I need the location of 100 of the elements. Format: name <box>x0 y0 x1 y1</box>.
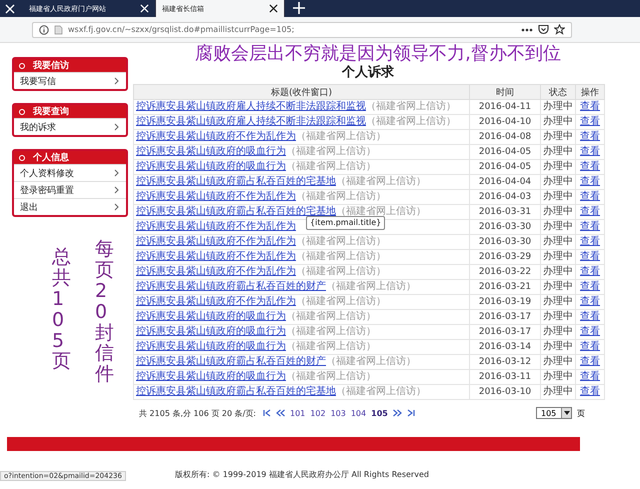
source-text: （福建省网上信访） <box>326 356 416 367</box>
source-text: （福建省网上信访） <box>286 341 376 352</box>
letter-link[interactable]: 控诉惠安县紫山镇政府雇人持续不断非法跟踪和监视 <box>136 116 366 127</box>
page-select[interactable]: 105 <box>536 407 572 419</box>
source-text: （福建省网上信访） <box>366 101 456 112</box>
page-suffix: 页 <box>577 408 585 418</box>
letter-link[interactable]: 控诉惠安县紫山镇政府霸占私吞百姓的宅基地 <box>136 206 336 217</box>
date-cell: 2016-04-05 <box>470 144 540 160</box>
source-text: （福建省网上信访） <box>286 371 376 382</box>
status-cell: 办理中 <box>540 324 576 340</box>
close-icon[interactable] <box>269 4 278 13</box>
letter-link[interactable]: 控诉惠安县紫山镇政府的吸血行为 <box>136 371 286 382</box>
page-title: 个人诉求 <box>341 65 395 81</box>
page-link[interactable]: 104 <box>350 408 366 418</box>
chevron-icon <box>114 169 119 177</box>
source-text: （福建省网上信访） <box>296 236 386 247</box>
sidebar-item[interactable]: 登录密码重置 <box>14 181 126 198</box>
annotation-text: 每页20封信件 <box>95 239 114 386</box>
letter-link[interactable]: 控诉惠安县紫山镇政府霸占私吞百姓的宅基地 <box>136 176 336 187</box>
date-cell: 2016-03-17 <box>470 324 540 340</box>
page-link[interactable]: 103 <box>330 408 346 418</box>
letter-link[interactable]: 控诉惠安县紫山镇政府不作为乱作为 <box>136 266 296 277</box>
info-icon[interactable] <box>39 24 49 34</box>
last-page-icon[interactable] <box>406 409 415 417</box>
next-page-icon[interactable] <box>392 409 402 417</box>
source-text: （福建省网上信访） <box>336 176 426 187</box>
letter-link[interactable]: 控诉惠安县紫山镇政府的吸血行为 <box>136 161 286 172</box>
status-cell: 办理中 <box>540 174 576 190</box>
letter-link[interactable]: 控诉惠安县紫山镇政府不作为乱作为 <box>136 221 296 232</box>
source-text: （福建省网上信访） <box>336 206 426 217</box>
new-tab-icon[interactable] <box>293 2 305 14</box>
status-cell: 办理中 <box>540 144 576 160</box>
annotation-text: 总共105页 <box>52 247 71 374</box>
date-cell: 2016-04-11 <box>470 100 540 114</box>
source-text: （福建省网上信访） <box>286 326 376 337</box>
sidebar-heading: 我要查询 <box>14 105 126 118</box>
status-cell: 办理中 <box>540 100 576 114</box>
letter-link[interactable]: 控诉惠安县紫山镇政府的吸血行为 <box>136 326 286 337</box>
letter-link[interactable]: 控诉惠安县紫山镇政府不作为乱作为 <box>136 296 296 307</box>
date-cell: 2016-04-03 <box>470 190 540 204</box>
status-cell: 办理中 <box>540 250 576 264</box>
sidebar-item[interactable]: 个人资料修改 <box>14 164 126 181</box>
date-cell: 2016-03-17 <box>470 310 540 324</box>
status-cell: 办理中 <box>540 160 576 174</box>
status-cell: 办理中 <box>540 294 576 310</box>
date-cell: 2016-03-29 <box>470 250 540 264</box>
date-cell: 2016-03-30 <box>470 220 540 234</box>
previous-page-icon[interactable] <box>276 409 285 417</box>
source-text: （福建省网上信访） <box>286 311 376 322</box>
letter-link[interactable]: 控诉惠安县紫山镇政府雇人持续不断非法跟踪和监视 <box>136 101 366 112</box>
tooltip: {item.pmail.title} <box>306 216 386 230</box>
source-text: （福建省网上信访） <box>296 296 386 307</box>
sidebar-item[interactable]: 我的诉求 <box>14 118 126 135</box>
page-link[interactable]: 105 <box>371 408 388 418</box>
pocket-icon[interactable] <box>538 24 549 35</box>
source-text: （福建省网上信访） <box>336 386 426 397</box>
status-cell: 办理中 <box>540 220 576 234</box>
letter-link[interactable]: 控诉惠安县紫山镇政府霸占私吞百姓的财产 <box>136 356 326 367</box>
status-cell: 办理中 <box>540 280 576 294</box>
first-page-icon[interactable] <box>263 409 271 417</box>
status-cell: 办理中 <box>540 234 576 250</box>
status-cell: 办理中 <box>540 264 576 280</box>
sidebar-heading: 我要信访 <box>14 59 126 72</box>
column-header: 状态 <box>540 84 576 100</box>
letter-link[interactable]: 控诉惠安县紫山镇政府不作为乱作为 <box>136 236 296 247</box>
letter-link[interactable]: 控诉惠安县紫山镇政府的吸血行为 <box>136 341 286 352</box>
sidebar-item[interactable]: 退出 <box>14 198 126 215</box>
status-cell: 办理中 <box>540 384 576 400</box>
annotation-headline: 腐败会层出不穷就是因为领导不力,督办不到位 <box>194 43 562 65</box>
sidebar-item[interactable]: 我要写信 <box>14 72 126 89</box>
status-cell: 办理中 <box>540 190 576 204</box>
letter-link[interactable]: 控诉惠安县紫山镇政府霸占私吞百姓的财产 <box>136 281 326 292</box>
source-text: （福建省网上信访） <box>296 131 386 142</box>
column-header: 操作 <box>576 84 604 100</box>
date-cell: 2016-03-31 <box>470 204 540 220</box>
letter-link[interactable]: 控诉惠安县紫山镇政府的吸血行为 <box>136 311 286 322</box>
page-link[interactable]: 102 <box>310 408 326 418</box>
date-cell: 2016-03-21 <box>470 280 540 294</box>
letter-link[interactable]: 控诉惠安县紫山镇政府不作为乱作为 <box>136 191 296 202</box>
date-cell: 2016-03-22 <box>470 264 540 280</box>
star-icon[interactable] <box>554 24 565 35</box>
status-cell: 办理中 <box>540 340 576 354</box>
page-link[interactable]: 101 <box>290 408 306 418</box>
more-icon[interactable] <box>521 28 533 32</box>
column-header: 时间 <box>470 84 540 100</box>
date-cell: 2016-04-04 <box>470 174 540 190</box>
dropdown-arrow-icon <box>564 411 570 415</box>
address-bar[interactable]: wsxf.fj.gov.cn/~szxx/grsqlist.do#pmaillistcurrPage=105; <box>32 22 572 38</box>
date-cell: 2016-04-10 <box>470 114 540 130</box>
source-text: （福建省网上信访） <box>286 146 376 157</box>
status-cell: 办理中 <box>540 310 576 324</box>
sidebar-heading: 个人信息 <box>14 151 126 164</box>
source-text: （福建省网上信访） <box>296 191 386 202</box>
column-header: 标题(收件窗口) <box>134 84 470 100</box>
letter-link[interactable]: 控诉惠安县紫山镇政府不作为乱作为 <box>136 131 296 142</box>
letter-link[interactable]: 控诉惠安县紫山镇政府不作为乱作为 <box>136 251 296 262</box>
date-cell: 2016-03-30 <box>470 234 540 250</box>
source-text: （福建省网上信访） <box>296 266 386 277</box>
letter-link[interactable]: 控诉惠安县紫山镇政府的吸血行为 <box>136 146 286 157</box>
letter-link[interactable]: 控诉惠安县紫山镇政府霸占私吞百姓的宅基地 <box>136 386 336 397</box>
